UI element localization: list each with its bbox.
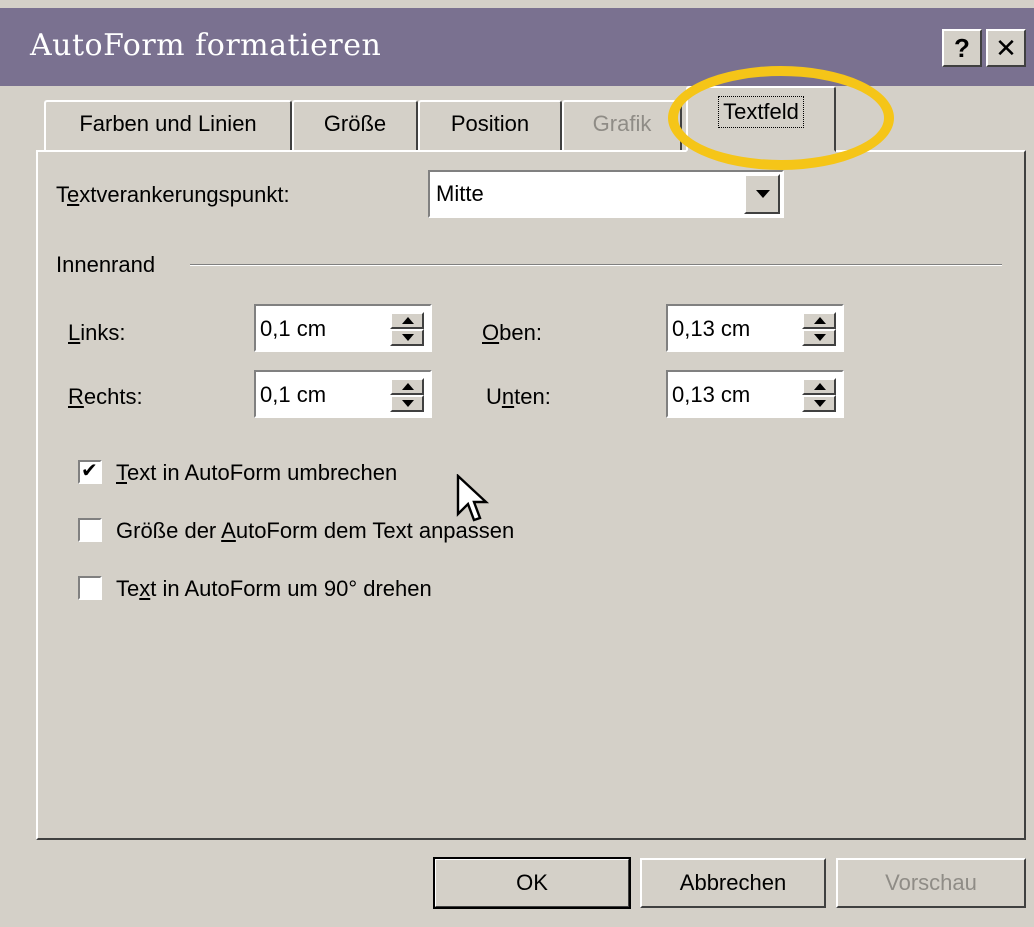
- chevron-down-icon: [756, 190, 770, 198]
- arrow-up-icon: [402, 317, 414, 324]
- ok-button[interactable]: OK: [433, 857, 631, 909]
- arrow-up-icon: [814, 383, 826, 390]
- help-button[interactable]: ?: [942, 29, 982, 67]
- wrap-text-label[interactable]: Text in AutoForm umbrechen: [116, 460, 397, 486]
- rotate-text-checkbox[interactable]: [78, 576, 102, 600]
- anchor-value: Mitte: [436, 181, 484, 206]
- anchor-label: Textverankerungspunkt:: [56, 182, 290, 207]
- left-margin-value[interactable]: 0,1 cm: [260, 316, 326, 342]
- arrow-down-icon: [814, 334, 826, 341]
- close-icon: ✕: [995, 33, 1017, 63]
- close-button[interactable]: ✕: [986, 29, 1026, 67]
- arrow-down-icon: [402, 334, 414, 341]
- tab-groesse[interactable]: Größe: [292, 100, 418, 150]
- tab-textfeld[interactable]: Textfeld: [686, 86, 836, 152]
- bottom-margin-spinner[interactable]: 0,13 cm: [666, 370, 844, 418]
- bottom-margin-value[interactable]: 0,13 cm: [672, 382, 750, 408]
- wrap-text-checkbox[interactable]: ✔: [78, 460, 102, 484]
- top-margin-label: Oben:: [482, 320, 542, 345]
- dropdown-button[interactable]: [744, 174, 780, 214]
- anchor-select[interactable]: Mitte: [428, 170, 784, 218]
- right-margin-spinner[interactable]: 0,1 cm: [254, 370, 432, 418]
- rotate-text-label[interactable]: Text in AutoForm um 90° drehen: [116, 576, 432, 602]
- tab-label: Textfeld: [718, 96, 804, 128]
- left-margin-spinner[interactable]: 0,1 cm: [254, 304, 432, 352]
- spin-up-button[interactable]: [802, 378, 836, 395]
- right-margin-label: Rechts:: [68, 384, 143, 409]
- arrow-up-icon: [402, 383, 414, 390]
- resize-shape-label[interactable]: Größe der AutoForm dem Text anpassen: [116, 518, 514, 544]
- spin-down-button[interactable]: [390, 329, 424, 346]
- bottom-margin-label: Unten:: [486, 384, 551, 409]
- tab-label: Grafik: [592, 111, 652, 136]
- spin-down-button[interactable]: [390, 395, 424, 412]
- tab-grafik: Grafik: [562, 100, 682, 150]
- preview-button: Vorschau: [836, 858, 1026, 908]
- tab-farben-und-linien[interactable]: Farben und Linien: [44, 100, 292, 150]
- tab-label: Farben und Linien: [79, 111, 257, 136]
- cancel-button[interactable]: Abbrechen: [640, 858, 826, 908]
- spin-down-button[interactable]: [802, 395, 836, 412]
- arrow-up-icon: [814, 317, 826, 324]
- arrow-down-icon: [402, 400, 414, 407]
- group-divider: [190, 264, 1002, 266]
- top-margin-value[interactable]: 0,13 cm: [672, 316, 750, 342]
- right-margin-value[interactable]: 0,1 cm: [260, 382, 326, 408]
- tab-position[interactable]: Position: [418, 100, 562, 150]
- tab-panel: [36, 150, 1026, 840]
- spin-up-button[interactable]: [390, 312, 424, 329]
- spin-up-button[interactable]: [390, 378, 424, 395]
- spin-down-button[interactable]: [802, 329, 836, 346]
- spin-up-button[interactable]: [802, 312, 836, 329]
- margins-group-label: Innenrand: [56, 252, 156, 277]
- tab-label: Größe: [323, 111, 387, 136]
- title-bar[interactable]: AutoForm formatieren ? ✕: [0, 0, 1034, 86]
- mouse-cursor-icon: [456, 474, 490, 522]
- tab-label: Position: [450, 111, 530, 136]
- left-margin-label: Links:: [68, 320, 126, 345]
- arrow-down-icon: [814, 400, 826, 407]
- resize-shape-checkbox[interactable]: [78, 518, 102, 542]
- checkmark-icon: ✔: [81, 460, 98, 482]
- top-margin-spinner[interactable]: 0,13 cm: [666, 304, 844, 352]
- window-title: AutoForm formatieren: [30, 28, 382, 63]
